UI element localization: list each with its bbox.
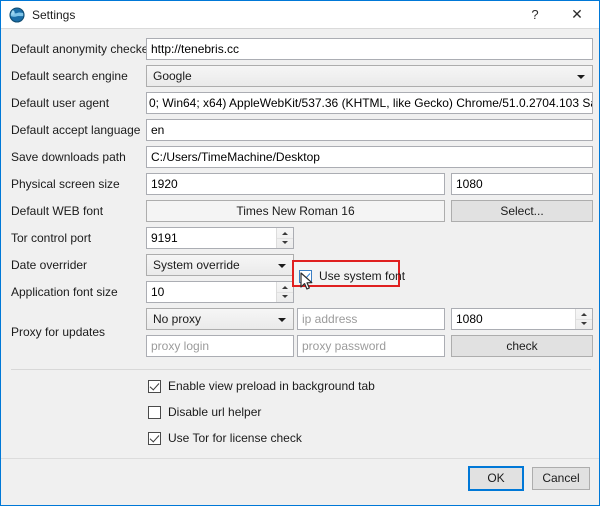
proxy-port-spin-buttons[interactable]: [575, 309, 592, 329]
globe-icon: [9, 6, 25, 23]
proxy-port-value: 1080: [456, 312, 483, 326]
anonymity-checker-input[interactable]: http://tenebris.cc: [146, 38, 593, 60]
row-proxy-for-updates: Proxy for updates No proxy ip address 10…: [1, 306, 599, 359]
app-font-size-spin-buttons[interactable]: [276, 282, 293, 302]
settings-window: Settings ? ✕ Default anonymity checker h…: [0, 0, 600, 506]
row-tor-control-port: Tor control port 9191: [1, 225, 599, 251]
row-user-agent: Default user agent 0; Win64; x64) AppleW…: [1, 90, 599, 116]
user-agent-input[interactable]: 0; Win64; x64) AppleWebKit/537.36 (KHTML…: [146, 92, 593, 114]
checkbox-icon[interactable]: [299, 269, 312, 283]
tor-control-port-spin-buttons[interactable]: [276, 228, 293, 248]
tor-control-port-stepper[interactable]: 9191: [146, 227, 294, 249]
row-accept-language: Default accept language en: [1, 117, 599, 143]
checkbox-use-tor-for-license-check[interactable]: Use Tor for license check: [148, 428, 302, 448]
label-proxy-for-updates: Proxy for updates: [11, 325, 106, 339]
cancel-button[interactable]: Cancel: [532, 467, 590, 490]
label-date-overrider: Date overrider: [11, 258, 88, 272]
checkbox-label: Use Tor for license check: [168, 431, 302, 445]
spinner-down-icon[interactable]: [277, 238, 293, 248]
title-bar: Settings ? ✕: [1, 1, 599, 29]
checkbox-icon[interactable]: [148, 405, 161, 419]
tor-control-port-value: 9191: [151, 231, 178, 245]
row-search-engine: Default search engine Google: [1, 63, 599, 89]
chevron-down-icon: [278, 264, 286, 268]
chevron-down-icon: [577, 75, 585, 79]
search-engine-select[interactable]: Google: [146, 65, 593, 87]
proxy-check-button[interactable]: check: [451, 335, 593, 357]
proxy-mode-value: No proxy: [153, 312, 202, 326]
app-font-size-value: 10: [151, 285, 165, 299]
checkbox-label: Disable url helper: [168, 405, 262, 419]
checkbox-label: Enable view preload in background tab: [168, 379, 375, 393]
chevron-down-icon: [278, 318, 286, 322]
label-accept-language: Default accept language: [11, 123, 141, 137]
web-font-button[interactable]: Times New Roman 16: [146, 200, 445, 222]
row-downloads-path: Save downloads path C:/Users/TimeMachine…: [1, 144, 599, 170]
spinner-down-icon[interactable]: [576, 319, 592, 329]
label-screen-size: Physical screen size: [11, 177, 120, 191]
row-anonymity-checker: Default anonymity checker http://tenebri…: [1, 36, 599, 62]
section-divider: [11, 369, 591, 370]
checkbox-disable-url-helper[interactable]: Disable url helper: [148, 402, 261, 422]
label-search-engine: Default search engine: [11, 69, 128, 83]
checkbox-use-system-font[interactable]: Use system font: [299, 266, 405, 286]
use-system-font-highlight: Use system font: [292, 260, 405, 287]
web-font-select-button[interactable]: Select...: [451, 200, 593, 222]
proxy-login-input[interactable]: proxy login: [146, 335, 294, 357]
proxy-mode-select[interactable]: No proxy: [146, 308, 294, 330]
window-title: Settings: [32, 7, 76, 22]
accept-language-input[interactable]: en: [146, 119, 593, 141]
date-overrider-value: System override: [153, 258, 240, 272]
search-engine-value: Google: [153, 69, 192, 83]
proxy-ip-input[interactable]: ip address: [297, 308, 445, 330]
proxy-port-stepper[interactable]: 1080: [451, 308, 593, 330]
ok-button[interactable]: OK: [468, 466, 524, 491]
label-app-font-size: Application font size: [11, 285, 118, 299]
date-overrider-select[interactable]: System override: [146, 254, 294, 276]
row-web-font: Default WEB font Times New Roman 16 Sele…: [1, 198, 599, 224]
label-anonymity-checker: Default anonymity checker: [11, 42, 153, 56]
checkbox-enable-view-preload[interactable]: Enable view preload in background tab: [148, 376, 375, 396]
spinner-down-icon[interactable]: [277, 292, 293, 302]
label-user-agent: Default user agent: [11, 96, 110, 110]
close-icon[interactable]: ✕: [557, 1, 597, 28]
label-web-font: Default WEB font: [11, 204, 104, 218]
screen-width-input[interactable]: 1920: [146, 173, 445, 195]
downloads-path-input[interactable]: C:/Users/TimeMachine/Desktop: [146, 146, 593, 168]
row-screen-size: Physical screen size 1920 1080: [1, 171, 599, 197]
label-downloads-path: Save downloads path: [11, 150, 126, 164]
label-tor-control-port: Tor control port: [11, 231, 92, 245]
screen-height-input[interactable]: 1080: [451, 173, 593, 195]
checkbox-icon[interactable]: [148, 379, 161, 393]
checkbox-icon[interactable]: [148, 431, 161, 445]
help-button[interactable]: ?: [515, 1, 555, 28]
dialog-footer: OK Cancel: [1, 459, 599, 505]
app-font-size-stepper[interactable]: 10: [146, 281, 294, 303]
proxy-password-input[interactable]: proxy password: [297, 335, 445, 357]
checkbox-label: Use system font: [319, 269, 406, 283]
